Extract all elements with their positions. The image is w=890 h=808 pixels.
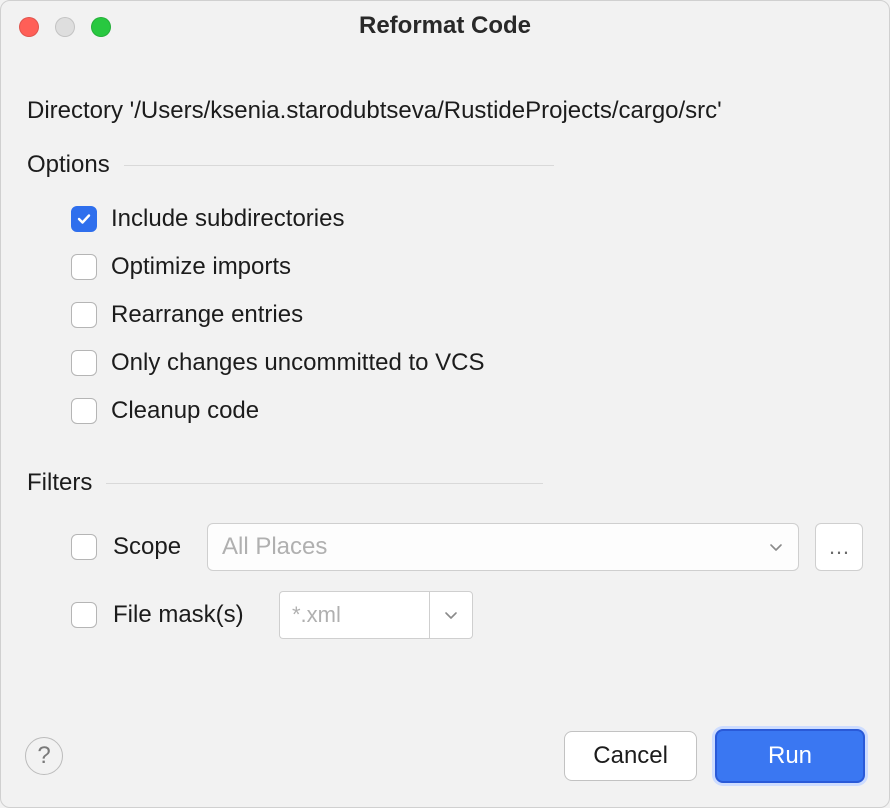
file-mask-input[interactable]: *.xml	[279, 591, 429, 639]
options-section-header: Options	[27, 151, 863, 179]
window-zoom-button[interactable]	[91, 17, 111, 37]
checkbox-cleanup-code[interactable]	[71, 398, 97, 424]
option-label: Only changes uncommitted to VCS	[111, 349, 485, 377]
help-icon: ?	[37, 742, 50, 770]
filters-section: Filters Scope All Places …	[27, 469, 863, 649]
scope-label: Scope	[113, 533, 191, 561]
ellipsis-icon: …	[828, 534, 850, 560]
option-include-subdirectories[interactable]: Include subdirectories	[27, 195, 863, 243]
checkbox-scope[interactable]	[71, 534, 97, 560]
dialog-footer: ? Cancel Run	[1, 709, 889, 807]
chevron-down-icon	[443, 607, 459, 623]
run-button[interactable]: Run	[715, 729, 865, 783]
checkbox-include-subdirectories[interactable]	[71, 206, 97, 232]
titlebar: Reformat Code	[1, 1, 889, 51]
help-button[interactable]: ?	[25, 737, 63, 775]
checkbox-only-vcs-changes[interactable]	[71, 350, 97, 376]
option-label: Rearrange entries	[111, 301, 303, 329]
checkbox-optimize-imports[interactable]	[71, 254, 97, 280]
option-label: Optimize imports	[111, 253, 291, 281]
option-only-vcs-changes[interactable]: Only changes uncommitted to VCS	[27, 339, 863, 387]
directory-path-label: Directory '/Users/ksenia.starodubtseva/R…	[27, 97, 863, 125]
file-mask-combobox[interactable]: *.xml	[279, 591, 473, 639]
reformat-code-dialog: Reformat Code Directory '/Users/ksenia.s…	[0, 0, 890, 808]
checkmark-icon	[76, 211, 92, 227]
filters-section-divider	[106, 483, 543, 484]
options-section-label: Options	[27, 151, 110, 179]
filters-section-label: Filters	[27, 469, 92, 497]
dialog-content: Directory '/Users/ksenia.starodubtseva/R…	[1, 51, 889, 649]
option-rearrange-entries[interactable]: Rearrange entries	[27, 291, 863, 339]
checkbox-file-mask[interactable]	[71, 602, 97, 628]
scope-combobox[interactable]: All Places	[207, 523, 799, 571]
filter-scope-row: Scope All Places …	[27, 513, 863, 581]
option-optimize-imports[interactable]: Optimize imports	[27, 243, 863, 291]
file-mask-dropdown-button[interactable]	[429, 591, 473, 639]
checkbox-rearrange-entries[interactable]	[71, 302, 97, 328]
option-cleanup-code[interactable]: Cleanup code	[27, 387, 863, 435]
option-label: Cleanup code	[111, 397, 259, 425]
scope-placeholder: All Places	[222, 533, 768, 561]
filter-file-mask-row: File mask(s) *.xml	[27, 581, 863, 649]
cancel-button[interactable]: Cancel	[564, 731, 697, 781]
dialog-title: Reformat Code	[359, 12, 531, 40]
file-mask-label: File mask(s)	[113, 601, 263, 629]
option-label: Include subdirectories	[111, 205, 344, 233]
chevron-down-icon	[768, 539, 784, 555]
window-close-button[interactable]	[19, 17, 39, 37]
scope-browse-button[interactable]: …	[815, 523, 863, 571]
window-controls	[19, 17, 111, 37]
filters-section-header: Filters	[27, 469, 863, 497]
options-section-divider	[124, 165, 554, 166]
window-minimize-button[interactable]	[55, 17, 75, 37]
